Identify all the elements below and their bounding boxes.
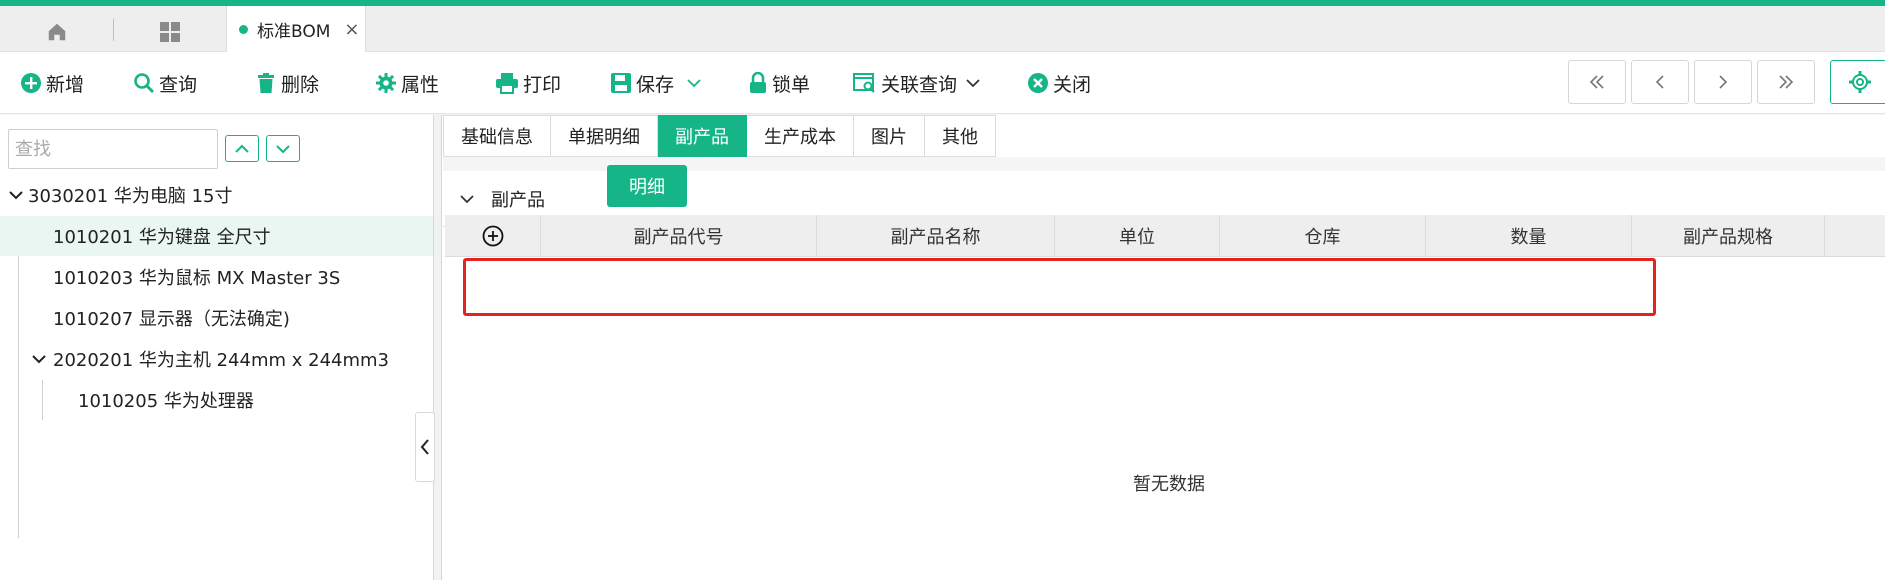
tree-node-monitor[interactable]: 1010207 显示器（无法确定)	[0, 298, 433, 338]
collapse-panel-button[interactable]	[415, 412, 435, 482]
tree-node-label: 2020201 华为主机 244mm x 244mm3	[53, 350, 390, 371]
double-chevron-right-icon	[1779, 75, 1794, 89]
close-button[interactable]: 关闭	[1027, 52, 1091, 114]
gear-icon	[376, 73, 396, 93]
search-prev-button[interactable]	[225, 135, 259, 162]
chevron-down-icon[interactable]	[31, 352, 47, 366]
tree-search-field[interactable]	[8, 129, 218, 169]
add-circle-icon	[482, 225, 503, 247]
bom-tree-panel: 3030201 华为电脑 15寸 1010201 华为键盘 全尺寸 101020…	[0, 115, 433, 580]
empty-state-text: 暂无数据	[1133, 474, 1205, 495]
chevron-right-icon	[1719, 75, 1728, 89]
tree-node-label: 3030201 华为电脑 15寸	[28, 186, 233, 207]
add-row-cell[interactable]	[445, 215, 541, 257]
tree-node-label: 1010201 华为键盘 全尺寸	[53, 227, 271, 248]
chevron-down-icon[interactable]	[8, 188, 24, 202]
highlight-box	[463, 258, 1656, 316]
first-record-button[interactable]	[1568, 60, 1626, 104]
properties-button[interactable]: 属性	[375, 52, 439, 114]
lock-button[interactable]: 锁单	[748, 52, 810, 114]
tab-production-cost[interactable]: 生产成本	[747, 115, 854, 157]
related-query-label: 关联查询	[881, 73, 958, 96]
apps-tab[interactable]	[135, 12, 205, 52]
tab-standard-bom[interactable]: 标准BOM ×	[226, 6, 366, 52]
tree-node-root[interactable]: 3030201 华为电脑 15寸	[0, 175, 433, 215]
print-button[interactable]: 打印	[495, 52, 561, 114]
new-label: 新增	[46, 73, 85, 96]
tree-node-processor[interactable]: 1010205 华为处理器	[0, 380, 433, 420]
query-button[interactable]: 查询	[133, 52, 197, 114]
lock-label: 锁单	[772, 73, 811, 96]
chevron-left-icon	[420, 439, 429, 455]
floppy-icon	[611, 73, 631, 93]
chevron-down-icon[interactable]	[965, 77, 981, 89]
tree-node-host[interactable]: 2020201 华为主机 244mm x 244mm3	[0, 339, 433, 379]
tab-images[interactable]: 图片	[854, 115, 925, 157]
save-button[interactable]: 保存	[610, 52, 706, 114]
trash-icon	[258, 73, 274, 93]
window-search-icon	[853, 73, 875, 93]
tab-byproducts[interactable]: 副产品	[658, 115, 747, 157]
tree-node-label: 1010207 显示器（无法确定)	[53, 309, 290, 330]
chevron-down-icon[interactable]	[686, 77, 702, 89]
close-circle-icon	[1028, 73, 1048, 93]
column-header[interactable]: 副产品规格	[1632, 215, 1825, 257]
grid-icon	[160, 22, 180, 42]
print-label: 打印	[523, 73, 562, 96]
toolbar: 新增 查询 删除 属性 打印 保存 锁单 关联查询 关闭	[0, 52, 1885, 114]
tab-document-details[interactable]: 单据明细	[551, 115, 658, 157]
detail-button[interactable]: 明细	[607, 165, 687, 207]
column-header[interactable]: 数量	[1426, 215, 1632, 257]
chevron-left-icon	[1655, 75, 1664, 89]
related-query-button[interactable]: 关联查询	[853, 52, 985, 114]
printer-icon	[496, 73, 518, 94]
window-tab-strip: 标准BOM ×	[0, 6, 1885, 52]
tree-search-input[interactable]	[15, 138, 217, 160]
chevron-up-icon	[235, 144, 249, 153]
tab-other[interactable]: 其他	[925, 115, 996, 157]
tree-node-label: 1010205 华为处理器	[78, 391, 254, 412]
chevron-down-icon[interactable]	[459, 193, 475, 205]
active-dot-icon	[239, 24, 248, 34]
column-header[interactable]: 副产品名称	[817, 215, 1055, 257]
search-next-button[interactable]	[266, 135, 300, 162]
column-header[interactable]: 仓库	[1220, 215, 1426, 257]
save-label: 保存	[636, 73, 675, 96]
chevron-down-icon	[276, 144, 290, 153]
close-tab-icon[interactable]: ×	[344, 19, 359, 40]
settings-gear-icon	[1849, 71, 1871, 93]
last-record-button[interactable]	[1757, 60, 1815, 104]
delete-label: 删除	[281, 73, 320, 96]
tree-node-mouse[interactable]: 1010203 华为鼠标 MX Master 3S	[0, 257, 433, 297]
tab-basic-info[interactable]: 基础信息	[443, 115, 551, 157]
query-label: 查询	[159, 73, 198, 96]
byproduct-grid-header: 副产品代号 副产品名称 单位 仓库 数量 副产品规格	[445, 215, 1885, 257]
plus-circle-icon	[21, 73, 41, 93]
tree-node-label: 1010203 华为鼠标 MX Master 3S	[53, 268, 341, 289]
delete-button[interactable]: 删除	[255, 52, 319, 114]
properties-label: 属性	[401, 73, 440, 96]
tab-divider	[113, 19, 114, 41]
tree-node-keyboard[interactable]: 1010201 华为键盘 全尺寸	[0, 216, 433, 256]
settings-button[interactable]	[1830, 60, 1885, 104]
search-icon	[134, 73, 155, 94]
tab-title: 标准BOM	[257, 21, 331, 42]
detail-tabs: 基础信息 单据明细 副产品 生产成本 图片 其他	[443, 115, 996, 157]
lock-icon	[750, 72, 766, 93]
previous-record-button[interactable]	[1631, 60, 1689, 104]
close-label: 关闭	[1053, 73, 1092, 96]
home-tab[interactable]	[22, 12, 92, 52]
home-icon	[48, 23, 66, 41]
column-header[interactable]: 单位	[1055, 215, 1220, 257]
new-button[interactable]: 新增	[20, 52, 84, 114]
panel-splitter[interactable]	[433, 115, 442, 580]
next-record-button[interactable]	[1694, 60, 1752, 104]
column-header[interactable]: 副产品代号	[541, 215, 817, 257]
double-chevron-left-icon	[1589, 75, 1604, 89]
